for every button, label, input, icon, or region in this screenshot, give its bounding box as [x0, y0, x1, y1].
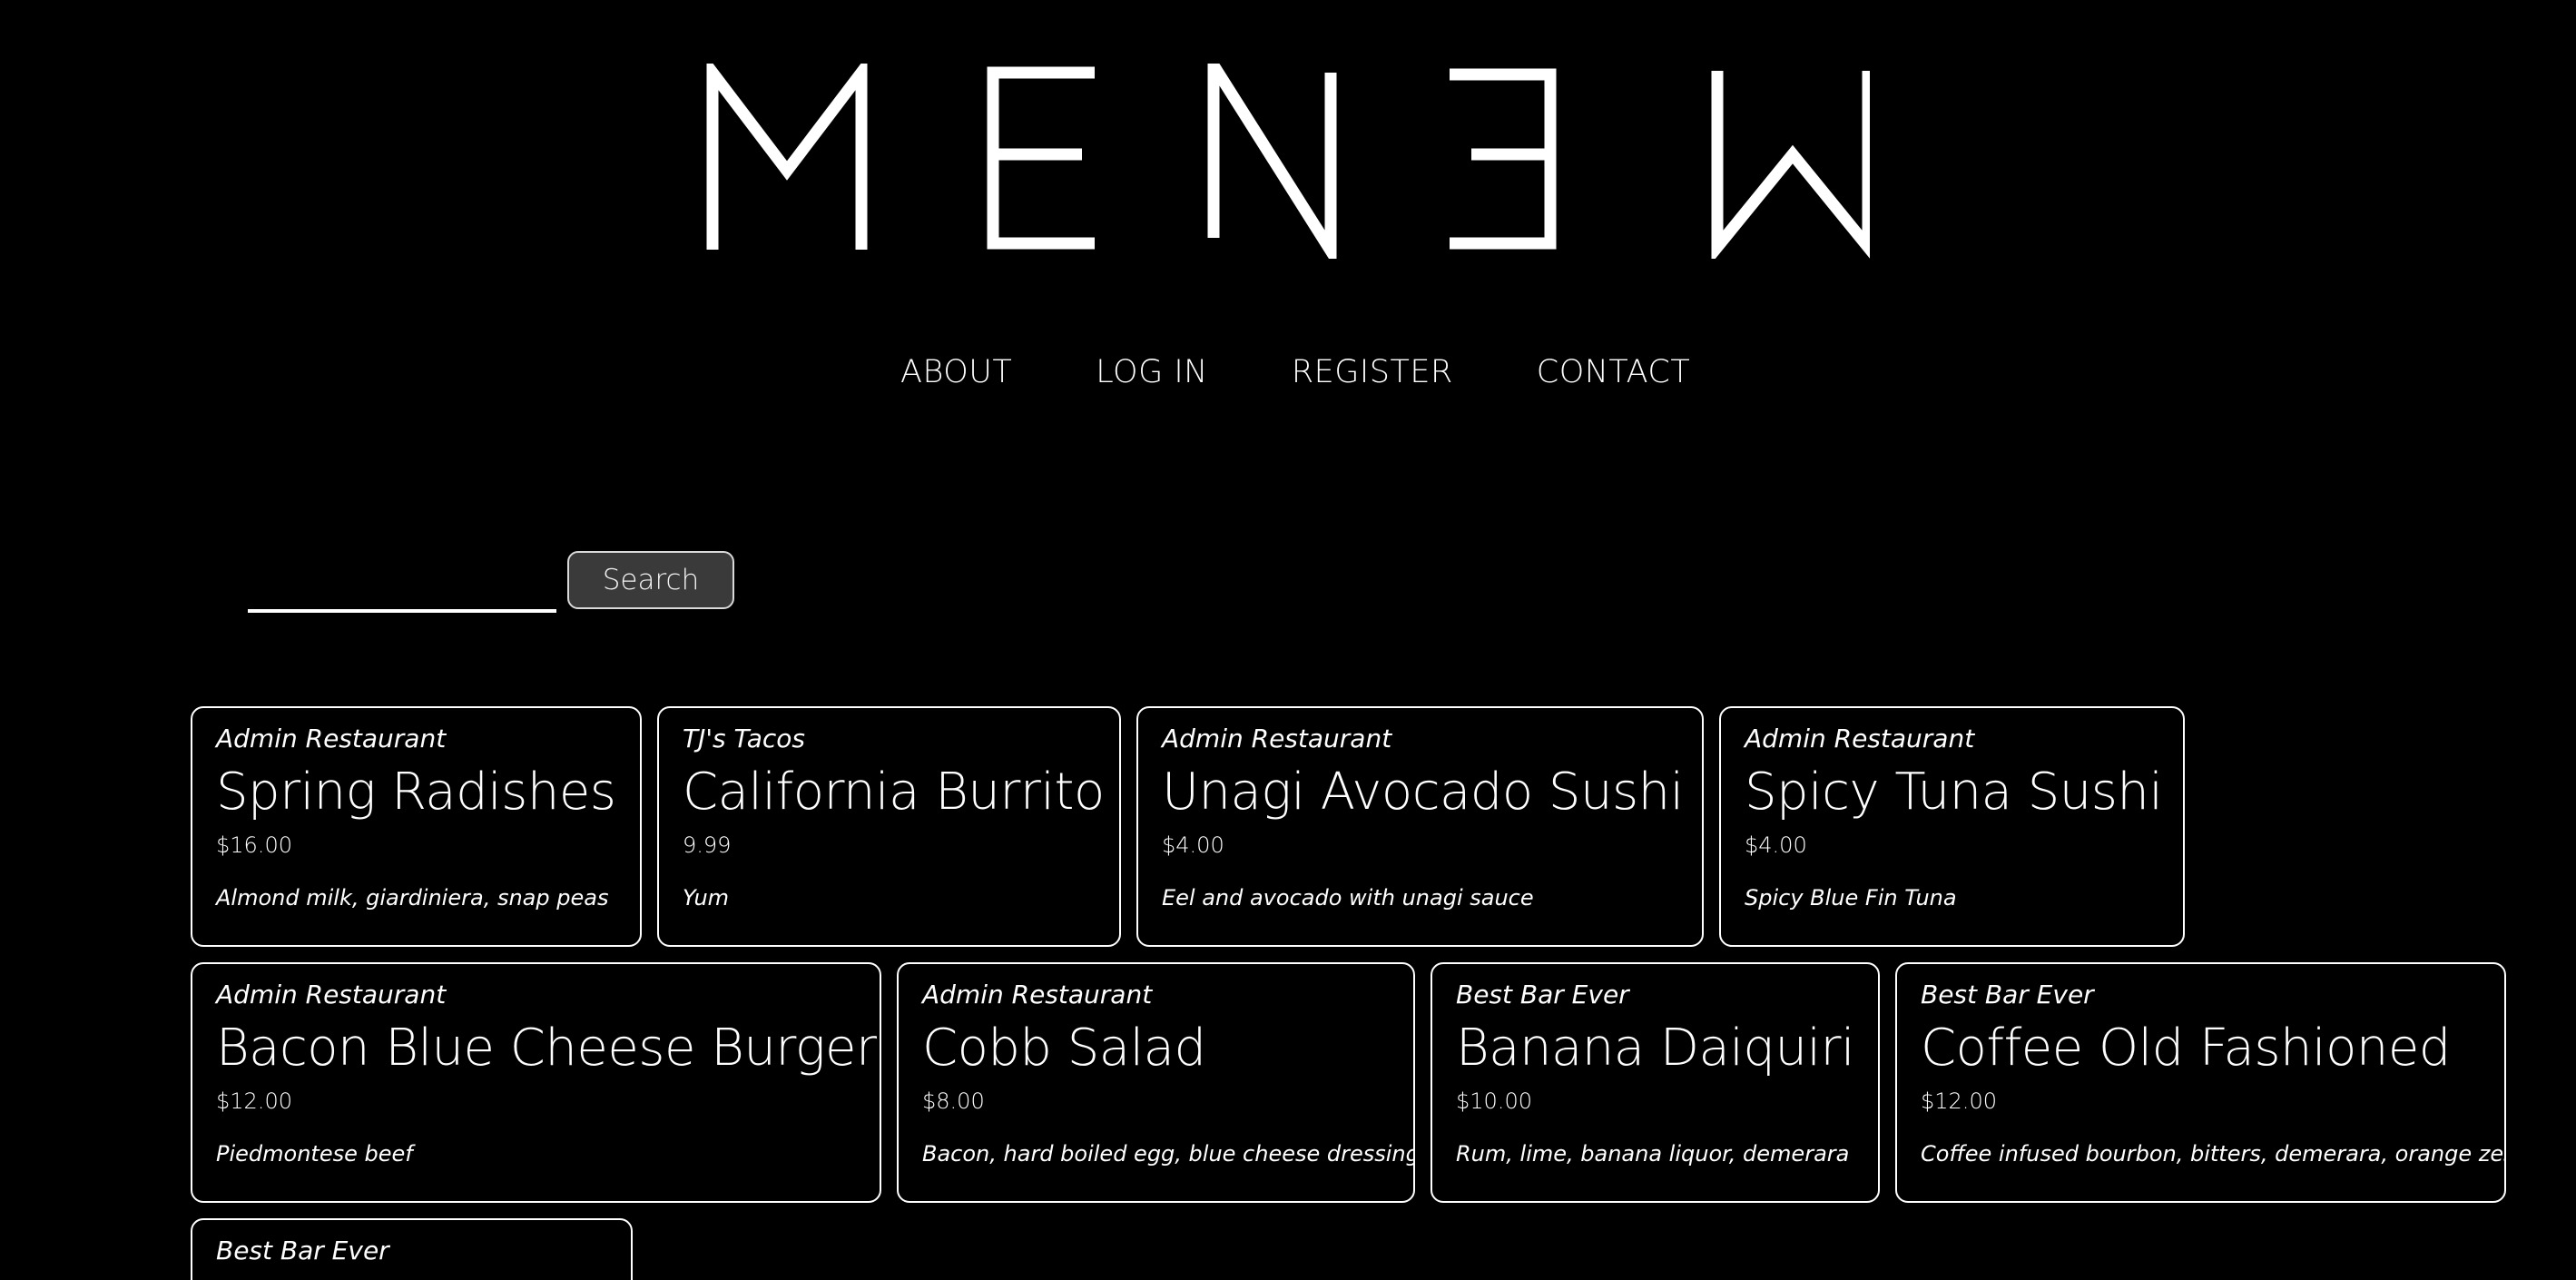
- card-price: $12.00: [216, 1088, 292, 1114]
- card-restaurant: Admin Restaurant: [922, 980, 1153, 1009]
- menu-item-card[interactable]: Admin Restaurant Cobb Salad $8.00 Bacon,…: [897, 962, 1415, 1203]
- card-restaurant: Admin Restaurant: [216, 724, 447, 753]
- card-title: Cobb Salad: [922, 1019, 1206, 1078]
- card-title: Coffee Old Fashioned: [1921, 1019, 2451, 1078]
- card-restaurant: TJ's Tacos: [683, 724, 805, 753]
- menu-item-card[interactable]: Admin Restaurant Unagi Avocado Sushi $4.…: [1136, 706, 1704, 947]
- card-title: Banana Daiquiri: [1456, 1019, 1855, 1078]
- card-description: Bacon, hard boiled egg, blue cheese dres…: [922, 1141, 1415, 1167]
- card-title: California Burrito: [683, 763, 1105, 822]
- nav-login-link[interactable]: LOG IN: [1096, 354, 1208, 390]
- card-description: Almond milk, giardiniera, snap peas: [216, 885, 609, 911]
- card-description: Rum, lime, banana liquor, demerara: [1456, 1141, 1850, 1167]
- search-input[interactable]: [248, 564, 556, 613]
- card-title: Spicy Tuna Sushi: [1745, 763, 2163, 822]
- card-description: Coffee infused bourbon, bitters, demerar…: [1921, 1141, 2506, 1167]
- menu-item-card[interactable]: Admin Restaurant Bacon Blue Cheese Burge…: [191, 962, 881, 1203]
- card-price: $8.00: [922, 1088, 985, 1114]
- card-restaurant: Best Bar Ever: [1456, 980, 1629, 1009]
- logo-wordmark-icon: [706, 64, 1870, 259]
- card-description: Eel and avocado with unagi sauce: [1162, 885, 1534, 911]
- menu-item-card[interactable]: Admin Restaurant Spring Radishes $16.00 …: [191, 706, 642, 947]
- card-title: Unagi Avocado Sushi: [1162, 763, 1684, 822]
- card-price: $10.00: [1456, 1088, 1532, 1114]
- menu-item-card[interactable]: Best Bar Ever Banana Daiquiri $10.00 Rum…: [1431, 962, 1880, 1203]
- card-price: $4.00: [1745, 832, 1807, 858]
- page: ABOUT LOG IN REGISTER CONTACT Search Adm…: [0, 0, 2576, 1280]
- card-title: Bacon Blue Cheese Burger: [216, 1019, 877, 1078]
- menu-item-card[interactable]: Best Bar Ever: [191, 1218, 633, 1280]
- card-price: $16.00: [216, 832, 292, 858]
- search-button[interactable]: Search: [567, 551, 734, 609]
- card-restaurant: Admin Restaurant: [1745, 724, 1975, 753]
- card-description: Piedmontese beef: [216, 1141, 413, 1167]
- card-restaurant: Best Bar Ever: [1921, 980, 2094, 1009]
- menew-logo[interactable]: [704, 64, 1870, 259]
- card-restaurant: Admin Restaurant: [216, 980, 447, 1009]
- card-description: Spicy Blue Fin Tuna: [1745, 885, 1957, 911]
- main-nav: ABOUT LOG IN REGISTER CONTACT: [900, 354, 1774, 390]
- nav-about-link[interactable]: ABOUT: [900, 354, 1012, 390]
- menu-item-card[interactable]: TJ's Tacos California Burrito 9.99 Yum: [657, 706, 1121, 947]
- card-price: $12.00: [1921, 1088, 1997, 1114]
- nav-register-link[interactable]: REGISTER: [1292, 354, 1453, 390]
- menu-item-card[interactable]: Admin Restaurant Spicy Tuna Sushi $4.00 …: [1719, 706, 2185, 947]
- card-restaurant: Admin Restaurant: [1162, 724, 1392, 753]
- menu-item-card[interactable]: Best Bar Ever Coffee Old Fashioned $12.0…: [1895, 962, 2506, 1203]
- card-price: $4.00: [1162, 832, 1224, 858]
- card-restaurant: Best Bar Ever: [216, 1236, 389, 1265]
- search-form: Search: [248, 551, 734, 613]
- card-title: Spring Radishes: [216, 763, 616, 822]
- card-description: Yum: [683, 885, 730, 911]
- card-price: 9.99: [683, 832, 732, 858]
- nav-contact-link[interactable]: CONTACT: [1537, 354, 1690, 390]
